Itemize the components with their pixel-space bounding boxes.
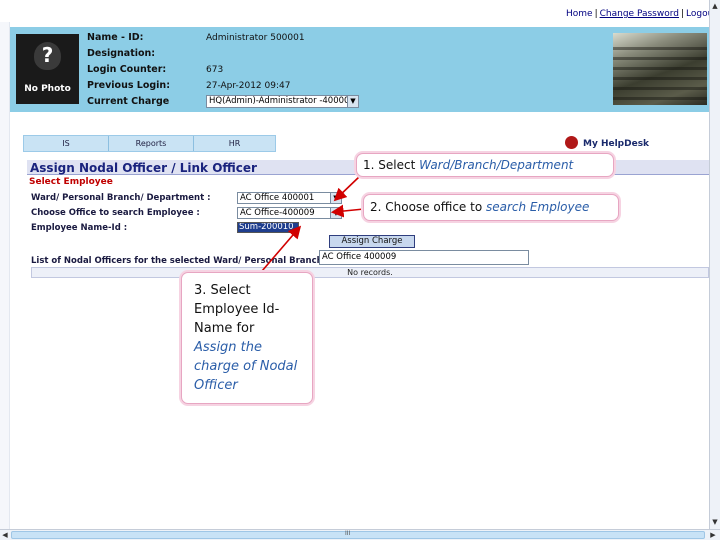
scroll-thumb[interactable] xyxy=(11,531,705,539)
callout-2-emphasis: search Employee xyxy=(485,200,590,214)
current-charge-select[interactable]: HQ(Admin)-Administrator -400001 ▼ xyxy=(206,95,359,108)
office-select-value: AC Office-400009 xyxy=(240,208,315,218)
avatar: ? No Photo xyxy=(16,34,79,104)
callout-2-text: 2. Choose office to xyxy=(370,200,486,214)
current-charge-label: Current Charge xyxy=(87,96,170,107)
user-header: ? No Photo Name - ID: Administrator 5000… xyxy=(10,27,710,112)
tab-is[interactable]: IS xyxy=(24,136,108,151)
previous-login-label: Previous Login: xyxy=(87,80,170,91)
tab-hr[interactable]: HR xyxy=(194,136,275,151)
no-photo-label: No Photo xyxy=(24,84,71,94)
section-label: Select Employee xyxy=(29,177,113,187)
current-charge-value: HQ(Admin)-Administrator -400001 xyxy=(209,96,355,106)
callout-step-2: 2. Choose office to search Employee xyxy=(363,194,619,221)
login-counter-value: 673 xyxy=(206,65,224,75)
name-id-label: Name - ID: xyxy=(87,32,144,43)
scroll-grip-icon: III xyxy=(345,530,351,537)
top-links: Home|Change Password|Logout xyxy=(564,9,709,23)
helpdesk-icon[interactable] xyxy=(565,136,578,149)
vertical-scrollbar[interactable]: ▲ ▼ xyxy=(709,0,720,529)
ward-label: Ward/ Personal Branch/ Department : xyxy=(31,193,211,203)
home-link[interactable]: Home xyxy=(564,9,595,19)
callout-1-text: 1. Select xyxy=(363,158,420,172)
callout-3-text: 3. Select Employee Id-Name for xyxy=(194,283,280,336)
previous-login-value: 27-Apr-2012 09:47 xyxy=(206,81,291,91)
tab-reports[interactable]: Reports xyxy=(109,136,193,151)
scroll-left-icon[interactable]: ◀ xyxy=(0,530,10,540)
scroll-up-icon[interactable]: ▲ xyxy=(710,1,720,11)
employee-label: Employee Name-Id : xyxy=(31,223,128,233)
ward-select-value: AC Office 400001 xyxy=(240,193,315,203)
nodal-list-input[interactable]: AC Office 400009 xyxy=(319,250,529,265)
office-select[interactable]: AC Office-400009 ▼ xyxy=(237,207,342,219)
page-title: Assign Nodal Officer / Link Officer xyxy=(30,161,257,175)
scroll-down-icon[interactable]: ▼ xyxy=(710,517,720,527)
callout-step-3: 3. Select Employee Id-Name for Assign th… xyxy=(181,272,313,404)
chevron-down-icon[interactable]: ▼ xyxy=(330,208,341,218)
ward-select[interactable]: AC Office 400001 ▼ xyxy=(237,192,342,204)
office-label: Choose Office to search Employee : xyxy=(31,208,200,218)
designation-label: Designation: xyxy=(87,48,156,59)
callout-1-emphasis: Ward/Branch/Department xyxy=(419,158,574,172)
sacks-photo xyxy=(613,33,707,105)
callout-step-1: 1. Select Ward/Branch/Department xyxy=(356,153,614,177)
question-mark-icon: ? xyxy=(41,43,54,67)
callout-3-emphasis: Assign the charge of Nodal Officer xyxy=(194,340,298,393)
horizontal-scrollbar[interactable]: ◀ III ▶ xyxy=(0,529,720,540)
name-id-value: Administrator 500001 xyxy=(206,33,305,43)
scroll-right-icon[interactable]: ▶ xyxy=(708,530,718,540)
no-records-row: No records. xyxy=(31,267,709,278)
chevron-down-icon[interactable]: ▼ xyxy=(347,96,358,107)
module-tabs: IS Reports HR xyxy=(23,135,276,152)
change-password-link[interactable]: Change Password xyxy=(598,9,681,19)
left-edge-panel xyxy=(0,22,10,529)
nodal-list-label: List of Nodal Officers for the selected … xyxy=(31,256,330,266)
logout-link[interactable]: Logout xyxy=(684,9,709,19)
employee-select[interactable]: Sum-200010 xyxy=(237,222,299,233)
assign-charge-button[interactable]: Assign Charge xyxy=(329,235,415,248)
helpdesk-link[interactable]: My HelpDesk xyxy=(583,139,649,149)
login-counter-label: Login Counter: xyxy=(87,64,167,75)
chevron-down-icon[interactable]: ▼ xyxy=(330,193,341,203)
